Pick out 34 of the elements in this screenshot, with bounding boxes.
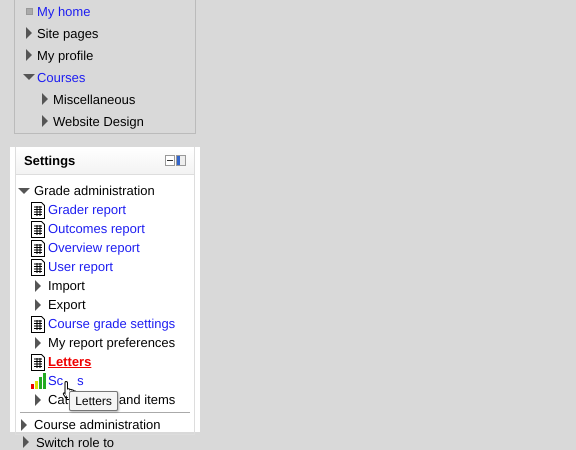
- bullet-icon: [26, 8, 32, 14]
- tree-item[interactable]: My report preferences: [48, 335, 176, 350]
- document-icon: [30, 258, 46, 276]
- tree-item[interactable]: and items: [118, 392, 176, 407]
- tree-item[interactable]: Import: [48, 278, 85, 293]
- document-icon: [30, 200, 46, 218]
- tooltip: Letters: [69, 390, 118, 410]
- tree-link[interactable]: Letters: [48, 354, 92, 369]
- block-title: Settings: [24, 153, 76, 168]
- tree-item[interactable]: Switch role to: [36, 434, 114, 450]
- bar-chart-icon: [30, 372, 46, 388]
- document-icon: [30, 352, 46, 370]
- document-icon: [30, 314, 46, 332]
- tree-item[interactable]: My profile: [37, 48, 94, 62]
- tree-item[interactable]: Grade administration: [34, 183, 155, 198]
- tree-item[interactable]: Export: [48, 297, 86, 312]
- tree-link[interactable]: s: [77, 373, 84, 388]
- tree-item[interactable]: Cat: [48, 392, 68, 407]
- tree-link[interactable]: My home: [37, 4, 90, 18]
- document-icon: [30, 238, 46, 256]
- tree-link[interactable]: Overview report: [48, 240, 140, 255]
- dock-icon[interactable]: [176, 155, 186, 166]
- tree-item[interactable]: Course administration: [34, 417, 160, 432]
- tree-link[interactable]: Outcomes report: [48, 221, 145, 236]
- tree-link[interactable]: User report: [48, 259, 114, 274]
- collapse-icon[interactable]: [165, 155, 175, 166]
- tree-link[interactable]: Courses: [37, 70, 86, 84]
- tree-item[interactable]: Site pages: [37, 26, 98, 40]
- tree-link[interactable]: Grader report: [48, 202, 126, 217]
- tree-link[interactable]: Sc: [48, 373, 64, 388]
- document-icon: [30, 220, 46, 238]
- tree-item[interactable]: Miscellaneous: [53, 92, 136, 106]
- tree-link[interactable]: Course grade settings: [48, 316, 176, 331]
- tree-item[interactable]: Website Design: [53, 114, 144, 128]
